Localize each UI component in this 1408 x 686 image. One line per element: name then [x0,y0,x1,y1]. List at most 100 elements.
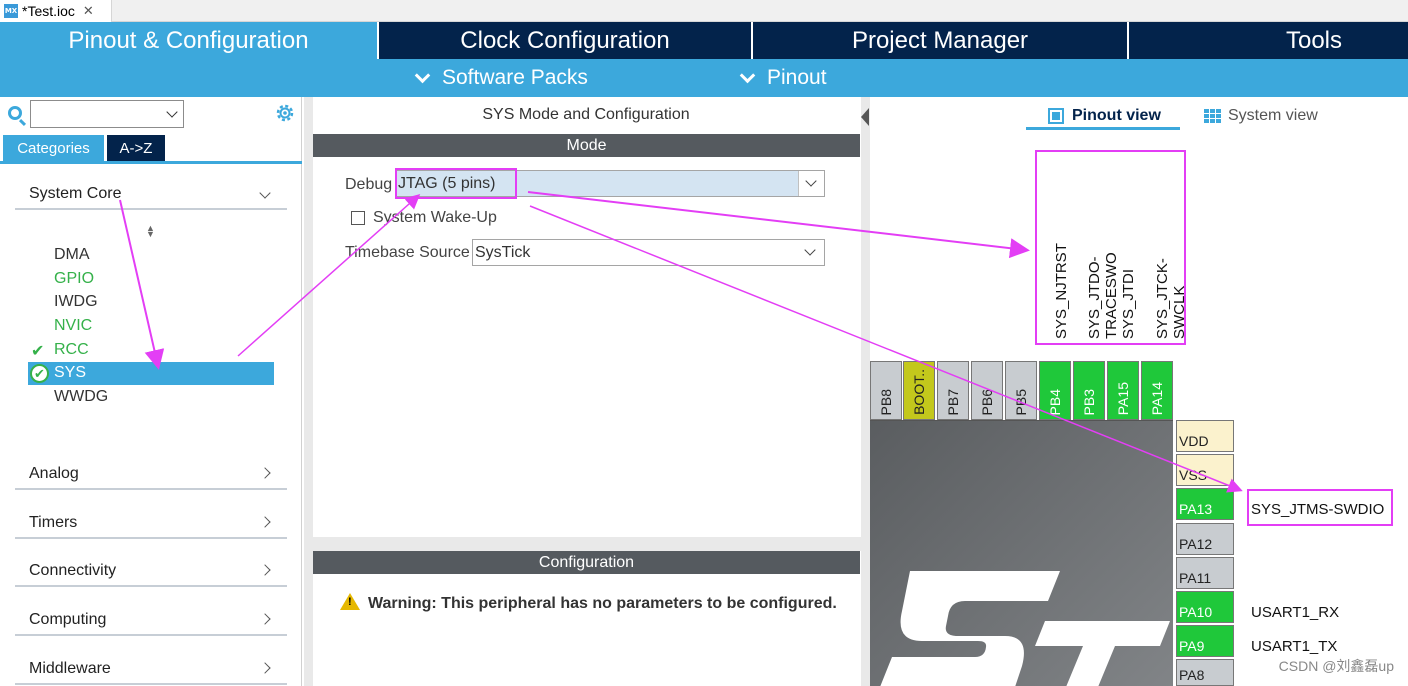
configuration-header: Configuration [313,551,860,574]
debug-label: Debug [345,176,393,193]
chevron-right-icon [259,662,271,674]
chevron-down-icon [414,67,431,83]
panel-separator [313,537,861,551]
chevron-down-icon [798,171,824,196]
categories-toggle[interactable]: Categories [3,135,104,161]
group-label: Analog [29,465,79,482]
timebase-select[interactable]: SysTick [472,239,825,266]
pin-pb8[interactable]: PB8 [870,361,902,420]
tab-system-view[interactable]: System view [1204,105,1318,127]
editor-tab-strip: MX *Test.ioc ✕ [0,0,1408,22]
pin-vdd[interactable]: VDD [1176,420,1234,452]
categories-panel: Categories A->Z System Core ▲ ▼ DMA GPIO … [0,97,302,686]
tab-tools[interactable]: Tools [1129,22,1408,59]
highlight-box-jtag-pins [1035,150,1186,345]
pin-boot0[interactable]: BOOT.. [903,361,935,420]
tab-pinout-view[interactable]: Pinout view [1048,105,1161,127]
group-label: Timers [29,514,78,531]
pinout-menu-label: Pinout [767,66,827,89]
tab-clock-configuration[interactable]: Clock Configuration [379,22,751,59]
tab-pinout-view-label: Pinout view [1072,107,1161,124]
pin-vss[interactable]: VSS [1176,454,1234,486]
pin-pb4[interactable]: PB4 [1039,361,1071,420]
pin-pa8[interactable]: PA8 [1176,659,1234,686]
group-label: Computing [29,611,107,628]
software-packs-label: Software Packs [442,66,588,89]
pin-pb6[interactable]: PB6 [971,361,1003,420]
sub-navigation: Software Packs Pinout [0,59,1408,97]
watermark: CSDN @刘鑫磊up [1278,658,1394,674]
pin-label: PB7 [945,388,961,415]
panel-splitter[interactable] [861,97,870,686]
pin-function-pa10: USART1_RX [1251,604,1340,621]
pin-label: PA14 [1149,381,1165,415]
peripheral-iwdg[interactable]: IWDG [54,293,98,311]
check-icon: ✔ [31,343,45,360]
pin-pa10[interactable]: PA10 [1176,591,1234,623]
peripheral-dma[interactable]: DMA [54,246,90,264]
chevron-right-icon [259,467,271,479]
chevron-down-icon [798,240,824,265]
pin-label: PA15 [1115,381,1131,415]
pin-pa12[interactable]: PA12 [1176,523,1234,555]
toggle-underline [0,161,302,164]
collapse-left-icon[interactable] [861,108,869,126]
pin-pa9[interactable]: PA9 [1176,625,1234,657]
panel-title: SYS Mode and Configuration [482,106,690,123]
active-tab-underline [1026,127,1180,130]
pin-function-pa9: USART1_TX [1251,638,1338,655]
pin-pb7[interactable]: PB7 [937,361,969,420]
pinout-menu[interactable]: Pinout [739,59,827,97]
file-tab-test-ioc[interactable]: MX *Test.ioc ✕ [0,0,112,22]
pin-label: PB5 [1013,388,1029,415]
group-analog[interactable]: Analog [15,460,287,490]
group-connectivity[interactable]: Connectivity [15,557,287,587]
search-icon[interactable] [8,106,22,120]
software-packs-menu[interactable]: Software Packs [414,59,588,97]
highlight-box-swdio [1247,489,1393,526]
main-navigation: Pinout & Configuration Clock Configurati… [0,22,1408,59]
chip-icon [1048,108,1064,124]
tab-pinout-configuration[interactable]: Pinout & Configuration [0,22,377,59]
group-label: Connectivity [29,562,117,579]
mode-header: Mode [313,134,860,157]
mcu-chip-body [870,420,1173,686]
peripheral-wwdg[interactable]: WWDG [54,388,108,406]
system-wakeup-label: System Wake-Up [373,209,497,226]
close-icon[interactable]: ✕ [83,3,94,19]
tab-project-manager[interactable]: Project Manager [753,22,1127,59]
timebase-label: Timebase Source [345,244,470,261]
gear-icon[interactable] [274,102,296,124]
pin-pa13[interactable]: PA13 [1176,488,1234,520]
app-window: { "file_tab": {"icon": "mx-icon", "icon_… [0,0,1408,686]
timebase-select-value: SysTick [475,244,531,261]
group-middleware[interactable]: Middleware [15,655,287,685]
a-z-toggle[interactable]: A->Z [107,135,165,161]
pin-pb5[interactable]: PB5 [1005,361,1037,420]
group-timers[interactable]: Timers [15,509,287,539]
system-wakeup-checkbox[interactable] [351,211,365,225]
warning-text: Warning: This peripheral has no paramete… [368,595,837,612]
peripheral-rcc[interactable]: RCC [54,341,89,359]
group-system-core[interactable]: System Core [15,180,287,210]
chevron-down-icon [166,106,178,118]
chevron-down-icon [259,187,271,199]
pin-label: PB4 [1047,388,1063,415]
pin-label: PB6 [979,388,995,415]
chevron-right-icon [259,613,271,625]
group-computing[interactable]: Computing [15,606,287,636]
sort-icon[interactable]: ▲ ▼ [146,224,155,239]
chevron-down-icon [739,67,756,83]
peripheral-nvic[interactable]: NVIC [54,317,92,335]
group-label: Middleware [29,660,111,677]
check-circle-icon: ✔ [30,364,49,383]
pin-pa11[interactable]: PA11 [1176,557,1234,589]
search-combo[interactable] [30,100,184,128]
peripheral-sys[interactable]: ✔ SYS [28,362,274,385]
pin-pa15[interactable]: PA15 [1107,361,1139,420]
chevron-right-icon [259,564,271,576]
warning-icon-mark: ! [348,596,352,608]
pin-pa14[interactable]: PA14 [1141,361,1173,420]
pin-pb3[interactable]: PB3 [1073,361,1105,420]
peripheral-gpio[interactable]: GPIO [54,270,94,288]
